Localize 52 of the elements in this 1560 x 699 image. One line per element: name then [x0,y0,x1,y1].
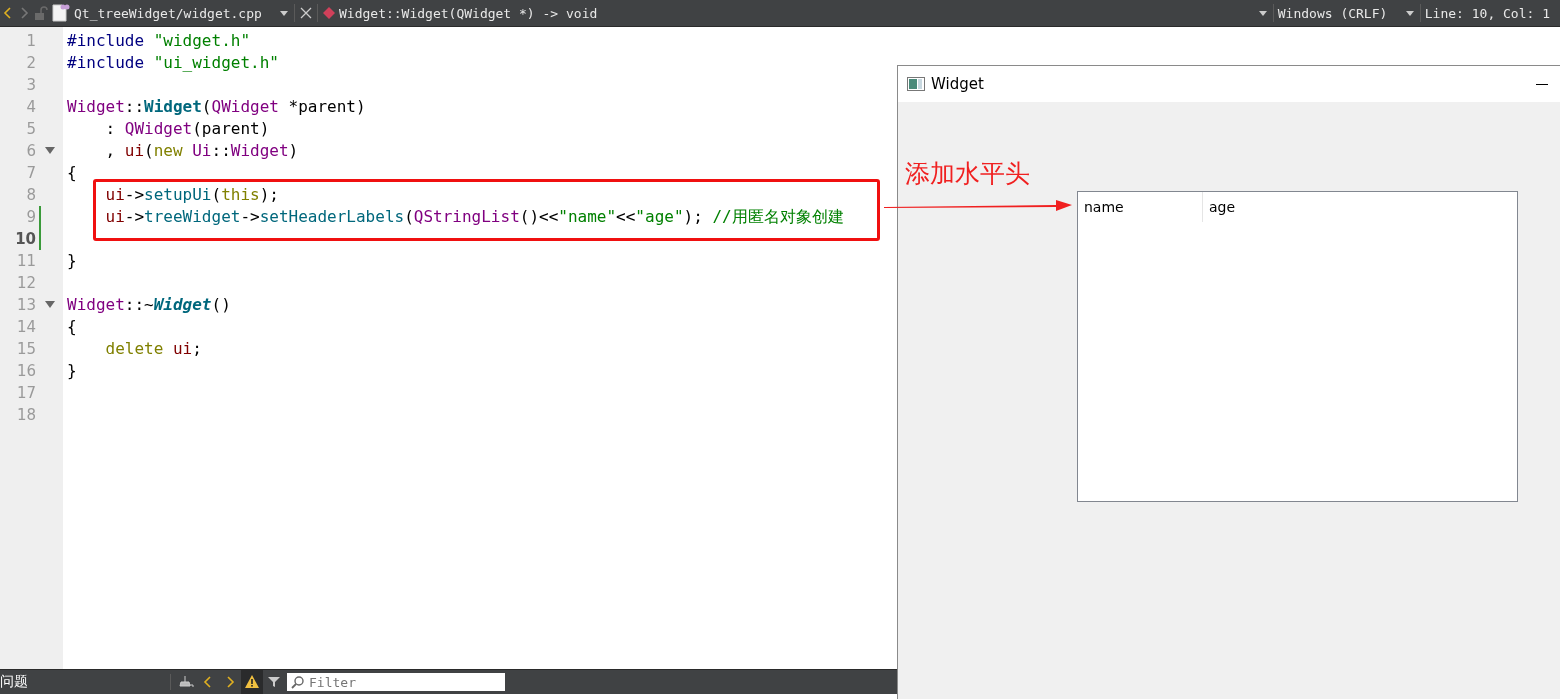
line-number: 13 [15,296,36,314]
code-line: { [67,163,77,182]
line-number: 9 [25,208,36,226]
fold-arrow-icon[interactable] [45,301,55,309]
code-line: #include "ui_widget.h" [67,53,279,72]
fold-arrow-icon[interactable] [45,147,55,155]
line-number: 3 [25,76,36,94]
code-line: Widget::Widget(QWidget *parent) [67,97,366,116]
line-number: 4 [25,98,36,116]
panel-title[interactable]: 问题 [0,673,166,691]
line-number: 16 [15,362,36,380]
line-number: 11 [15,252,36,270]
line-number: 10 [14,230,36,248]
line-endings-selector[interactable]: Windows (CRLF) [1277,5,1404,21]
line-number: 5 [25,120,36,138]
column-header[interactable]: name [1078,192,1203,222]
line-number: 7 [25,164,36,182]
code-line: } [67,251,77,270]
filter-field[interactable]: Filter [287,673,505,691]
code-line: { [67,317,77,336]
line-number: 18 [15,406,36,424]
cursor-position[interactable]: Line: 10, Col: 1 [1424,5,1550,21]
code-line: : QWidget(parent) [104,119,270,138]
line-number: 15 [15,340,36,358]
window-title: Widget [931,75,984,93]
warning-icon[interactable] [244,674,260,690]
line-number: 2 [25,54,36,72]
diamond-icon [322,6,336,20]
line-number: 14 [15,318,36,336]
minimize-icon[interactable] [1536,83,1548,85]
filter-icon[interactable] [266,674,282,690]
line-number: 12 [15,274,36,292]
code-line: ui->setupUi(this); [104,185,279,204]
column-header[interactable]: age [1203,192,1236,222]
code-line: delete ui; [104,339,202,358]
code-line: } [67,361,77,380]
line-number: 1 [25,32,36,50]
close-icon[interactable] [299,6,313,20]
symbol-selector[interactable]: Widget::Widget(QWidget *) -> void [339,5,598,21]
code-line: ui->treeWidget->setHeaderLabels(QStringList()<<"name"<<"age"); //用匿名对象创建 [104,207,844,226]
tree-widget[interactable]: name age [1077,191,1518,502]
line-number: 6 [25,142,36,160]
code-line: #include "widget.h" [67,31,251,50]
code-line: , ui(new Ui::Widget) [104,141,299,160]
annotation-label: 添加水平头 [905,158,1030,190]
file-icon [50,3,70,23]
broom-icon[interactable] [178,674,194,690]
line-number: 8 [25,186,36,204]
file-name[interactable]: Qt_treeWidget/widget.cpp [74,5,278,21]
line-number: 17 [15,384,36,402]
code-line: Widget::~Widget() [67,295,231,314]
window-icon [907,77,925,91]
